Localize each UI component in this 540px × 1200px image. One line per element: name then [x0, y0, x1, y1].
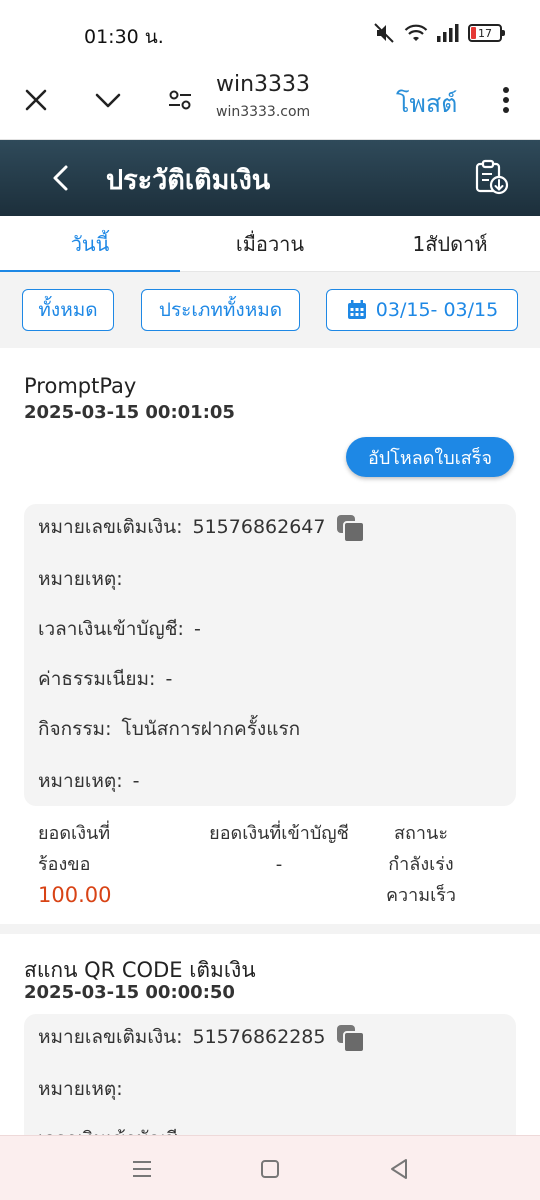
note-label: หมายเหตุ: [38, 568, 123, 590]
note-label: หมายเหตุ: [38, 1078, 123, 1100]
activity-label: กิจกรรม: [38, 718, 112, 740]
status-value-line-1: กำลังเร่ง [388, 854, 454, 875]
site-title: win3333 [216, 72, 311, 97]
deposit-record-card: PromptPay 2025-03-15 00:01:05 อัปโหลดใบเ… [0, 348, 540, 924]
tab-today-label: วันนี้ [70, 232, 110, 256]
tab-today[interactable]: วันนี้ [0, 216, 180, 273]
activity-row: กิจกรรม: โบนัสการฝากครั้งแรก [38, 714, 300, 744]
tab-yesterday-label: เมื่อวาน [235, 232, 305, 256]
deposit-number-value: 51576862647 [192, 516, 326, 538]
deposit-number-value: 51576862285 [192, 1026, 326, 1048]
requested-amount-value: 100.00 [38, 883, 112, 907]
back-nav-icon[interactable] [384, 1154, 414, 1184]
page-title: ประวัติเติมเงิน [106, 165, 271, 196]
credit-time-row: เวลาเงินเข้าบัญชี: - [38, 614, 201, 644]
wifi-icon [404, 24, 428, 41]
credited-amount-label: ยอดเงินที่เข้าบัญชี [209, 823, 349, 844]
fee-row: ค่าธรรมเนียม: - [38, 664, 172, 694]
record-datetime: 2025-03-15 00:00:50 [24, 982, 235, 1003]
recent-apps-icon[interactable] [127, 1154, 157, 1184]
post-button[interactable]: โพสต์ [396, 84, 457, 124]
copy-icon[interactable] [335, 1023, 366, 1053]
battery-level: 17 [478, 26, 492, 40]
filter-all-label: ทั้งหมด [38, 299, 98, 321]
status-bar: 01:30 น. 17 [0, 0, 540, 62]
chevron-down-icon[interactable] [90, 82, 126, 118]
more-vert-icon[interactable] [488, 82, 524, 118]
payment-method: PromptPay [24, 374, 137, 398]
filter-all-button[interactable]: ทั้งหมด [22, 289, 114, 331]
app-header: ประวัติเติมเงิน [0, 140, 540, 216]
requested-amount-column: ยอดเงินที่ ร้องขอ 100.00 [38, 818, 111, 911]
note-row: หมายเหตุ: [38, 1074, 123, 1104]
signal-icon [437, 24, 459, 42]
deposit-number-label: หมายเลขเติมเงิน: [38, 1026, 183, 1048]
copy-icon[interactable] [335, 513, 366, 543]
date-tabs: วันนี้ เมื่อวาน 1สัปดาห์ [0, 216, 540, 273]
credit-time-label: เวลาเงินเข้าบัญชี: [38, 618, 184, 640]
calendar-icon [347, 300, 366, 319]
upload-receipt-button[interactable]: อัปโหลดใบเสร็จ [345, 437, 514, 477]
note2-row: หมายเหตุ: - [38, 766, 139, 796]
fee-value: - [165, 668, 173, 690]
back-icon[interactable] [44, 162, 76, 194]
note2-value: - [132, 770, 140, 792]
mute-icon [374, 23, 394, 43]
record-datetime: 2025-03-15 00:01:05 [24, 402, 235, 423]
requested-amount-label-1: ยอดเงินที่ [38, 823, 111, 844]
note-row: หมายเหตุ: [38, 564, 133, 594]
deposit-number-row: หมายเลขเติมเงิน: 51576862285 [38, 1022, 366, 1053]
site-settings-icon[interactable] [162, 82, 198, 118]
requested-amount-label-2: ร้องขอ [38, 854, 91, 875]
clipboard-download-icon[interactable] [472, 158, 512, 198]
tab-week-label: 1สัปดาห์ [412, 232, 488, 256]
browser-bar: win3333 win3333.com โพสต์ [0, 62, 540, 140]
credited-amount-value: - [275, 854, 283, 875]
fee-label: ค่าธรรมเนียม: [38, 668, 156, 690]
site-url[interactable]: win3333.com [216, 104, 310, 120]
status-column: สถานะ กำลังเร่ง ความเร็ว [380, 818, 462, 911]
credit-time-value: - [193, 618, 201, 640]
close-icon[interactable] [18, 82, 54, 118]
deposit-number-row: หมายเลขเติมเงิน: 51576862647 [38, 512, 366, 543]
status-label: สถานะ [394, 823, 448, 844]
note2-label: หมายเหตุ: [38, 770, 123, 792]
status-time: 01:30 น. [84, 26, 164, 48]
credited-amount-column: ยอดเงินที่เข้าบัญชี - [196, 818, 362, 880]
battery-icon: 17 [468, 24, 505, 42]
record-details: หมายเลขเติมเงิน: 51576862647 หมายเหตุ: เ… [24, 504, 516, 806]
filter-type-label: ประเภททั้งหมด [158, 299, 283, 321]
record-details: หมายเลขเติมเงิน: 51576862285 หมายเหตุ: เ… [24, 1014, 516, 1136]
filter-bar: ทั้งหมด ประเภททั้งหมด 03/15- 03/15 [0, 272, 540, 346]
activity-value: โบนัสการฝากครั้งแรก [121, 718, 301, 740]
home-icon[interactable] [255, 1154, 285, 1184]
upload-receipt-label: อัปโหลดใบเสร็จ [367, 447, 492, 469]
status-icons: 17 [372, 22, 505, 44]
status-value-line-2: ความเร็ว [385, 885, 457, 906]
system-nav-bar [0, 1135, 540, 1200]
filter-type-button[interactable]: ประเภททั้งหมด [141, 289, 300, 331]
tab-week[interactable]: 1สัปดาห์ [360, 216, 540, 272]
date-range-button[interactable]: 03/15- 03/15 [326, 289, 518, 331]
deposit-number-label: หมายเลขเติมเงิน: [38, 516, 183, 538]
deposit-record-card: สแกน QR CODE เติมเงิน 2025-03-15 00:00:5… [0, 934, 540, 1136]
tab-yesterday[interactable]: เมื่อวาน [180, 216, 360, 272]
date-range-label: 03/15- 03/15 [375, 299, 499, 321]
